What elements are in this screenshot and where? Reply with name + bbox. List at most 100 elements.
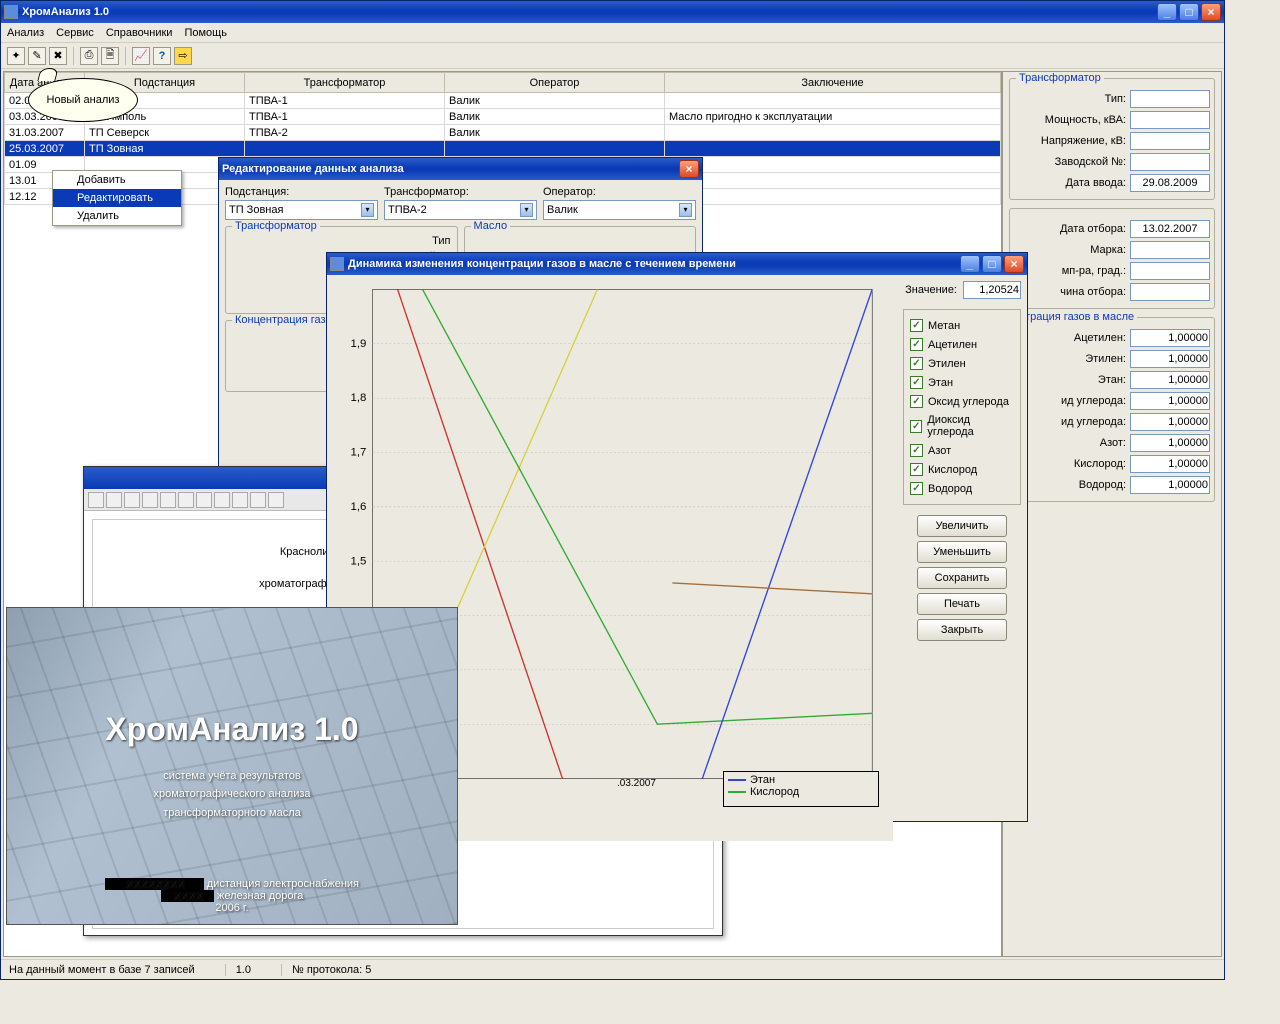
tool-exit[interactable]: ⇨ [174, 47, 192, 65]
toolbar: ✦ ✎ ✖ ⎙ 🗎 📈 ? ⇨ [1, 43, 1224, 69]
combo-transformer[interactable]: ТПВА-2▾ [384, 200, 537, 220]
table-row[interactable]: 03.03.2007ТП ЯмпольТПВА-1ВаликМасло приг… [5, 109, 1001, 125]
gas-checkbox-row[interactable]: ✓Кислород [910, 460, 1014, 479]
gas-checkbox-row[interactable]: ✓Водород [910, 479, 1014, 498]
gases-group-title: нтрация газов в масле [1016, 311, 1137, 323]
table-row[interactable]: 02.02.2006 ТПВА-1Валик [5, 93, 1001, 109]
report-tool[interactable] [268, 492, 284, 508]
tool-print[interactable]: ⎙ [80, 47, 98, 65]
svg-text:1,8: 1,8 [350, 392, 366, 404]
tool-preview[interactable]: 🗎 [101, 47, 119, 65]
report-tool[interactable] [214, 492, 230, 508]
input-brand[interactable] [1130, 241, 1210, 259]
gas-value-input[interactable] [1130, 476, 1210, 494]
status-protocol: № протокола: 5 [281, 964, 371, 976]
minimize-button[interactable]: _ [1157, 3, 1177, 21]
table-row[interactable]: 31.03.2007ТП СеверскТПВА-2Валик [5, 125, 1001, 141]
maximize-button[interactable]: □ [1179, 3, 1199, 21]
input-serial[interactable] [1130, 153, 1210, 171]
input-temp[interactable] [1130, 262, 1210, 280]
tool-new[interactable]: ✦ [7, 47, 25, 65]
report-tool[interactable] [142, 492, 158, 508]
gas-checkbox-row[interactable]: ✓Этилен [910, 354, 1014, 373]
chart-action-button[interactable]: Сохранить [917, 567, 1007, 589]
gas-value-input[interactable] [1130, 434, 1210, 452]
grid-header[interactable]: Заключение [665, 73, 1001, 93]
report-tool[interactable] [178, 492, 194, 508]
menu-analysis[interactable]: Анализ [7, 27, 44, 39]
context-menu[interactable]: ДобавитьРедактироватьУдалить [52, 170, 182, 226]
chart-maximize-button[interactable]: □ [982, 255, 1002, 273]
tool-delete[interactable]: ✖ [49, 47, 67, 65]
tooltip-text: Новый анализ [47, 94, 120, 106]
chart-action-button[interactable]: Уменьшить [917, 541, 1007, 563]
report-tool[interactable] [232, 492, 248, 508]
chart-close-button[interactable]: × [1004, 255, 1024, 273]
table-row[interactable]: 25.03.2007ТП Зовная [5, 141, 1001, 157]
tool-edit[interactable]: ✎ [28, 47, 46, 65]
label-type: Тип: [1105, 93, 1126, 105]
svg-text:1,7: 1,7 [350, 447, 366, 459]
report-tool[interactable] [106, 492, 122, 508]
checkbox-icon: ✓ [910, 395, 923, 408]
report-tool[interactable] [160, 492, 176, 508]
main-titlebar[interactable]: ХромАнализ 1.0 _ □ × [1, 1, 1224, 23]
label-voltage: Напряжение, кВ: [1041, 135, 1126, 147]
grid-header[interactable]: Трансформатор [245, 73, 445, 93]
grid-header[interactable]: Оператор [445, 73, 665, 93]
gas-value-input[interactable] [1130, 350, 1210, 368]
transformer-group-title: Трансформатор [1016, 72, 1104, 84]
gas-value-input[interactable] [1130, 413, 1210, 431]
chart-action-button[interactable]: Закрыть [917, 619, 1007, 641]
context-menu-item[interactable]: Удалить [53, 207, 181, 225]
input-value[interactable] [963, 281, 1021, 299]
menubar: Анализ Сервис Справочники Помощь [1, 23, 1224, 43]
input-sample-date[interactable] [1130, 220, 1210, 238]
combo-substation[interactable]: ТП Зовная▾ [225, 200, 378, 220]
chart-action-button[interactable]: Печать [917, 593, 1007, 615]
context-menu-item[interactable]: Редактировать [53, 189, 181, 207]
edit-group-gases: Концентрация газ [232, 314, 329, 326]
chart-action-button[interactable]: Увеличить [917, 515, 1007, 537]
label-power: Мощность, кВА: [1045, 114, 1126, 126]
tool-chart[interactable]: 📈 [132, 47, 150, 65]
label-serial: Заводской №: [1055, 156, 1126, 168]
chart-xaxis-label: .03.2007 [617, 778, 656, 789]
app-title: ХромАнализ 1.0 [22, 6, 1157, 18]
report-tool[interactable] [196, 492, 212, 508]
combo-operator[interactable]: Валик▾ [543, 200, 696, 220]
checkbox-icon: ✓ [910, 444, 923, 457]
tool-help[interactable]: ? [153, 47, 171, 65]
gas-value-input[interactable] [1130, 455, 1210, 473]
edit-close-button[interactable]: × [679, 160, 699, 178]
report-tool[interactable] [250, 492, 266, 508]
label-temp: мп-ра, град.: [1062, 265, 1126, 277]
chart-minimize-button[interactable]: _ [960, 255, 980, 273]
gas-checkbox-row[interactable]: ✓Метан [910, 316, 1014, 335]
gas-checkbox-row[interactable]: ✓Ацетилен [910, 335, 1014, 354]
input-type[interactable] [1130, 90, 1210, 108]
menu-service[interactable]: Сервис [56, 27, 94, 39]
chart-titlebar[interactable]: Динамика изменения концентрации газов в … [327, 253, 1027, 275]
gas-value-input[interactable] [1130, 371, 1210, 389]
label-substation: Подстанция: [225, 186, 378, 198]
gas-checkbox-row[interactable]: ✓Диоксид углерода [910, 411, 1014, 441]
gas-value-input[interactable] [1130, 392, 1210, 410]
report-tool[interactable] [124, 492, 140, 508]
gas-value-input[interactable] [1130, 329, 1210, 347]
input-commissioned[interactable] [1130, 174, 1210, 192]
close-button[interactable]: × [1201, 3, 1221, 21]
gas-checkbox-row[interactable]: ✓Оксид углерода [910, 392, 1014, 411]
gas-checkbox-row[interactable]: ✓Этан [910, 373, 1014, 392]
input-reason[interactable] [1130, 283, 1210, 301]
context-menu-item[interactable]: Добавить [53, 171, 181, 189]
input-power[interactable] [1130, 111, 1210, 129]
input-voltage[interactable] [1130, 132, 1210, 150]
gas-checkbox-row[interactable]: ✓Азот [910, 441, 1014, 460]
menu-help[interactable]: Помощь [184, 27, 227, 39]
report-tool[interactable] [88, 492, 104, 508]
edit-titlebar[interactable]: Редактирование данных анализа × [219, 158, 702, 180]
svg-text:1,5: 1,5 [350, 555, 366, 567]
menu-references[interactable]: Справочники [106, 27, 173, 39]
label-operator: Оператор: [543, 186, 696, 198]
